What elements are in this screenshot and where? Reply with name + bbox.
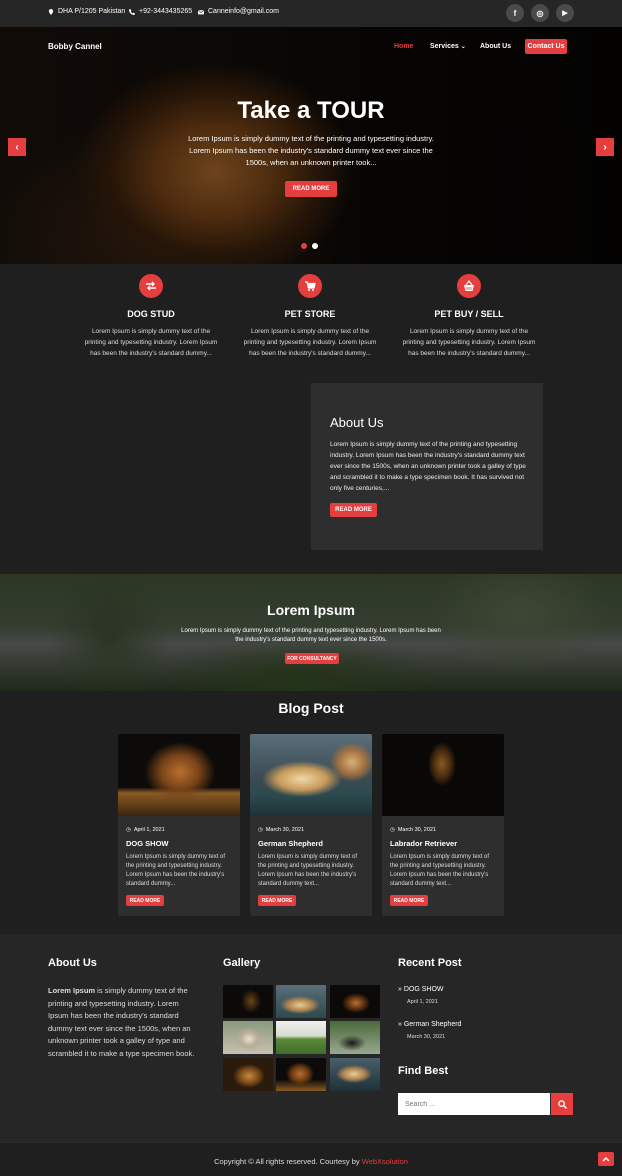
address-text: DHA P/1205 Pakistan <box>58 8 126 15</box>
gallery-thumbnail[interactable] <box>223 985 273 1018</box>
basket-icon <box>457 274 481 298</box>
post-date: ◷ April 1, 2021 <box>126 827 165 833</box>
hero-title: Take a TOUR <box>237 97 385 124</box>
recent-post-date: March 30, 2021 <box>407 1034 446 1040</box>
footer-gallery-title: Gallery <box>223 957 261 969</box>
service-text: Lorem Ipsum is simply dummy text of the … <box>402 328 536 357</box>
blog-card[interactable]: ◷ March 30, 2021 Labrador Retriever Lorem… <box>382 734 504 916</box>
slider-prev-button[interactable]: ‹ <box>8 138 26 156</box>
blog-card[interactable]: ◷ April 1, 2021 DOG SHOW Lorem Ipsum is s… <box>118 734 240 916</box>
footer-find-title: Find Best <box>398 1065 449 1077</box>
nav-about[interactable]: About Us <box>480 43 511 50</box>
slider-dot-2[interactable] <box>312 243 318 249</box>
nav-home[interactable]: Home <box>394 43 413 50</box>
gallery-thumbnail[interactable] <box>223 1021 273 1054</box>
service-title: PET STORE <box>284 309 336 319</box>
post-excerpt: Lorem Ipsum is simply dummy text of the … <box>126 854 226 887</box>
post-read-more-button[interactable]: READ MORE <box>390 895 428 906</box>
shopping-cart-icon <box>298 274 322 298</box>
recent-post-date: April 1, 2021 <box>407 999 438 1005</box>
copyright-text: Copyright © All rights reserved. Courtes… <box>214 1157 408 1166</box>
post-date: ◷ March 30, 2021 <box>390 827 437 833</box>
banner-title: Lorem Ipsum <box>267 602 355 618</box>
post-read-more-button[interactable]: READ MORE <box>126 895 164 906</box>
footer-about-title: About Us <box>48 957 97 969</box>
gallery-thumbnail[interactable] <box>330 1021 380 1054</box>
top-bar: DHA P/1205 Pakistan +92-3443435265 Canne… <box>0 0 622 27</box>
clock-icon: ◷ <box>258 827 263 833</box>
gallery-thumbnail[interactable] <box>330 1058 380 1091</box>
search-button[interactable] <box>551 1093 573 1115</box>
about-title: About Us <box>330 415 384 430</box>
post-excerpt: Lorem Ipsum is simply dummy text of the … <box>390 854 490 887</box>
chevron-right-icon: › <box>603 141 607 153</box>
phone-info[interactable]: +92-3443435265 <box>129 8 192 15</box>
service-title: DOG STUD <box>127 309 175 319</box>
email-info[interactable]: Canneinfo@gmail.com <box>198 8 279 15</box>
slider-next-button[interactable]: › <box>596 138 614 156</box>
envelope-icon <box>198 9 204 14</box>
blog-section-title: Blog Post <box>278 700 344 716</box>
scroll-top-button[interactable] <box>598 1152 614 1166</box>
post-read-more-button[interactable]: READ MORE <box>258 895 296 906</box>
service-text: Lorem Ipsum is simply dummy text of the … <box>84 328 218 357</box>
email-text: Canneinfo@gmail.com <box>208 8 279 15</box>
post-excerpt: Lorem Ipsum is simply dummy text of the … <box>258 854 358 887</box>
hero-read-more-button[interactable]: READ MORE <box>285 181 337 197</box>
post-title[interactable]: DOG SHOW <box>126 839 169 848</box>
contact-button[interactable]: Contact Us <box>525 39 567 54</box>
phone-text: +92-3443435265 <box>139 8 193 15</box>
post-title[interactable]: German Shepherd <box>258 839 323 848</box>
gallery-thumbnail[interactable] <box>330 985 380 1018</box>
service-text: Lorem Ipsum is simply dummy text of the … <box>243 328 377 357</box>
phone-icon <box>129 8 135 15</box>
chevron-left-icon: ‹ <box>15 141 19 153</box>
search-box <box>398 1093 550 1116</box>
nav-services[interactable]: Services ⌄ <box>430 43 466 50</box>
slider-dot-1[interactable] <box>301 243 307 249</box>
footer-about-text: Lorem Ipsum is simply dummy text of the … <box>48 986 195 1058</box>
blog-image[interactable] <box>118 734 240 816</box>
facebook-icon[interactable]: f <box>506 4 524 22</box>
blog-image[interactable] <box>382 734 504 816</box>
consultancy-button[interactable]: FOR CONSULTANCY <box>285 653 339 664</box>
recent-post-link[interactable]: » DOG SHOW <box>398 986 444 993</box>
brand-logo[interactable]: Bobby Cannel <box>48 42 102 51</box>
recent-post-link[interactable]: » German Shepherd <box>398 1021 461 1028</box>
address-info: DHA P/1205 Pakistan <box>48 8 125 15</box>
gallery-thumbnail[interactable] <box>223 1058 273 1091</box>
clock-icon: ◷ <box>390 827 395 833</box>
clock-icon: ◷ <box>126 827 131 833</box>
consultancy-banner: Lorem Ipsum Lorem Ipsum is simply dummy … <box>0 574 622 691</box>
about-section: About Us Lorem Ipsum is simply dummy tex… <box>311 383 543 550</box>
instagram-icon[interactable]: ◎ <box>531 4 549 22</box>
post-title[interactable]: Labrador Retriever <box>390 839 457 848</box>
hero-text: Lorem Ipsum is simply dummy text of the … <box>188 134 434 167</box>
gallery-thumbnail[interactable] <box>276 985 326 1018</box>
post-date: ◷ March 30, 2021 <box>258 827 305 833</box>
search-input[interactable] <box>398 1093 538 1116</box>
banner-text: Lorem Ipsum is simply dummy text of the … <box>181 628 441 643</box>
youtube-icon[interactable]: ▶ <box>556 4 574 22</box>
hero-slider: Bobby Cannel Home Services ⌄ About Us Co… <box>0 27 622 264</box>
credit-link[interactable]: WebXsolution <box>362 1157 408 1166</box>
search-icon <box>557 1099 567 1109</box>
chevron-down-icon: ⌄ <box>460 44 466 50</box>
chevron-up-icon <box>602 1156 610 1162</box>
about-read-more-button[interactable]: READ MORE <box>330 503 377 517</box>
footer-recent-title: Recent Post <box>398 957 462 969</box>
blog-image[interactable] <box>250 734 372 816</box>
about-text: Lorem Ipsum is simply dummy text of the … <box>330 441 526 492</box>
blog-card[interactable]: ◷ March 30, 2021 German Shepherd Lorem Ip… <box>250 734 372 916</box>
swap-arrows-icon <box>139 274 163 298</box>
service-title: PET BUY / SELL <box>434 309 504 319</box>
map-pin-icon <box>48 8 54 15</box>
gallery-thumbnail[interactable] <box>276 1021 326 1054</box>
gallery-thumbnail[interactable] <box>276 1058 326 1091</box>
copyright-bar: Copyright © All rights reserved. Courtes… <box>0 1142 622 1176</box>
